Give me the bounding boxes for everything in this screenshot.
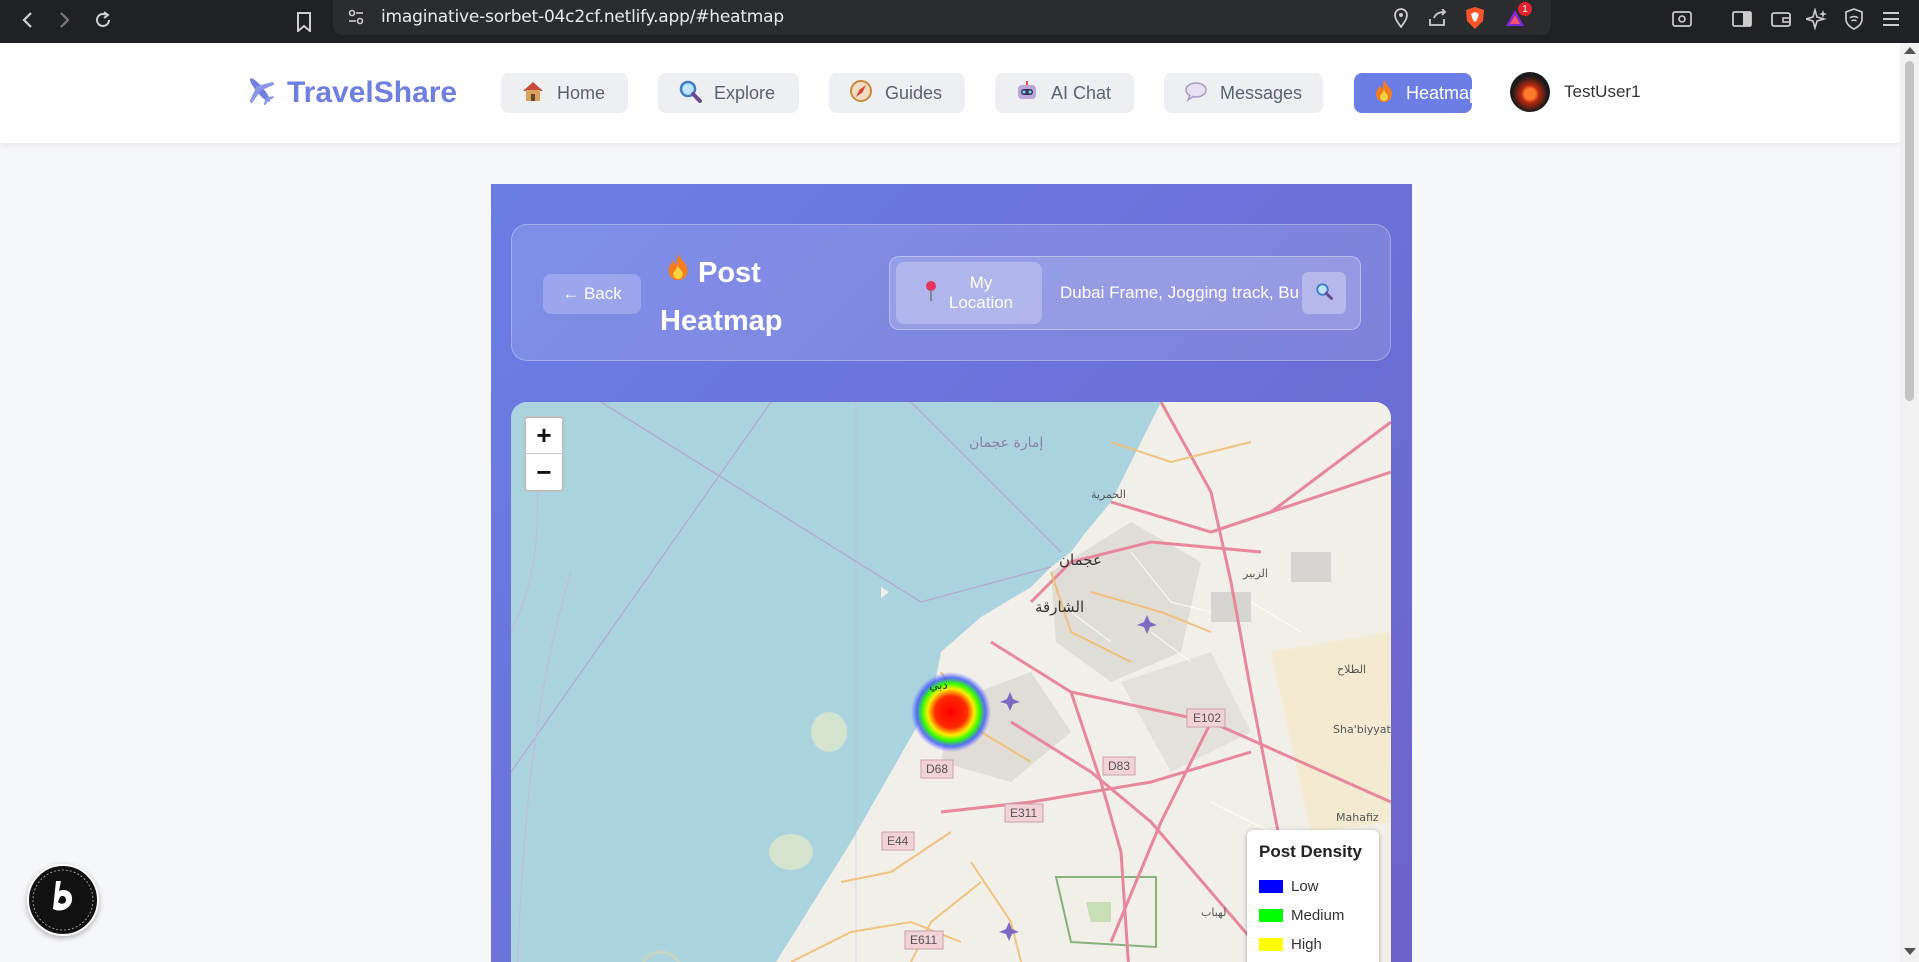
scrollbar-thumb[interactable] xyxy=(1905,61,1914,401)
road-label: E44 xyxy=(887,834,909,848)
nav-heatmap-label: Heatmap xyxy=(1406,82,1472,103)
bolt-badge-ring xyxy=(32,869,94,931)
zoom-control: + − xyxy=(524,416,564,492)
heatmap-panel: ← Back Post Heatmap My Location Dubai Fr… xyxy=(491,184,1412,962)
app-header: TravelShare Home Explore Guides AI Chat … xyxy=(0,43,1900,143)
back-button[interactable]: ← Back xyxy=(543,274,641,314)
brave-shield-icon[interactable] xyxy=(1463,6,1487,30)
road-label: E102 xyxy=(1193,711,1221,725)
road-label: E311 xyxy=(1010,806,1037,820)
brave-rewards-icon[interactable]: 1 xyxy=(1503,2,1532,30)
density-legend: Post Density Low Medium High xyxy=(1247,830,1379,962)
search-input[interactable]: Dubai Frame, Jogging track, Bur Dubai xyxy=(1060,283,1300,305)
search-icon xyxy=(678,79,702,107)
place-label: لهباب xyxy=(1201,906,1226,919)
nav-ai-chat[interactable]: AI Chat xyxy=(995,73,1134,113)
location-search: My Location Dubai Frame, Jogging track, … xyxy=(889,256,1361,330)
legend-item: Low xyxy=(1259,872,1367,901)
legend-item: Medium xyxy=(1259,901,1367,930)
speech-bubble-icon xyxy=(1184,80,1208,106)
nav-home[interactable]: Home xyxy=(501,73,628,113)
road-label: D83 xyxy=(1108,759,1130,773)
scroll-down-icon[interactable] xyxy=(1904,948,1916,955)
nav-messages[interactable]: Messages xyxy=(1164,73,1323,113)
place-label: الشارقة xyxy=(1035,598,1084,616)
location-pin-icon[interactable] xyxy=(1389,6,1413,30)
address-bar[interactable]: imaginative-sorbet-04c2cf.netlify.app/#h… xyxy=(333,0,1551,35)
vpn-shield-icon[interactable] xyxy=(1840,5,1868,33)
airplane-icon xyxy=(243,73,277,112)
nav-heatmap[interactable]: Heatmap xyxy=(1354,73,1472,113)
brand-logo[interactable]: TravelShare xyxy=(243,73,457,112)
notification-badge: 1 xyxy=(1518,2,1532,16)
my-location-label: My Location xyxy=(948,273,1014,312)
nav-explore-label: Explore xyxy=(714,82,776,103)
share-icon[interactable] xyxy=(1426,6,1450,30)
forward-arrow-icon[interactable] xyxy=(50,5,80,35)
place-label: Mahafiz xyxy=(1336,811,1379,824)
place-label: دبي xyxy=(929,678,948,692)
nav-ai-chat-label: AI Chat xyxy=(1051,82,1112,103)
compass-icon xyxy=(849,79,873,107)
road-label: E611 xyxy=(910,933,937,947)
leo-ai-icon[interactable] xyxy=(1803,5,1831,33)
site-settings-icon[interactable] xyxy=(347,8,365,31)
scroll-up-icon[interactable] xyxy=(1904,47,1916,54)
legend-swatch xyxy=(1259,938,1283,951)
fire-icon xyxy=(1374,79,1394,107)
heatmap-map[interactable]: E102 D83 D68 E311 E44 E611 إمارة عجمان ع… xyxy=(511,402,1391,962)
nav-guides-label: Guides xyxy=(885,82,943,103)
avatar[interactable] xyxy=(1510,72,1550,112)
place-label: الطلاح xyxy=(1337,663,1366,676)
browser-chrome: imaginative-sorbet-04c2cf.netlify.app/#h… xyxy=(0,0,1919,43)
zoom-out-button[interactable]: − xyxy=(526,454,562,490)
road-label: D68 xyxy=(926,762,948,776)
house-icon xyxy=(521,80,545,106)
place-label: Sha'biyyat as Rashidiyyah xyxy=(1333,723,1391,736)
url-text[interactable]: imaginative-sorbet-04c2cf.netlify.app/#h… xyxy=(381,7,784,27)
page-scrollbar[interactable] xyxy=(1900,43,1919,962)
nav-guides[interactable]: Guides xyxy=(829,73,965,113)
place-label: إمارة عجمان xyxy=(969,435,1043,451)
user-menu[interactable]: TestUser1 xyxy=(1510,72,1641,112)
search-icon xyxy=(1315,282,1333,305)
legend-label: High xyxy=(1291,936,1322,953)
my-location-button[interactable]: My Location xyxy=(896,262,1042,324)
heatmap-toolbar: ← Back Post Heatmap My Location Dubai Fr… xyxy=(511,224,1391,361)
legend-label: Medium xyxy=(1291,907,1345,924)
place-label: الحمرية xyxy=(1091,488,1126,501)
search-button[interactable] xyxy=(1302,272,1346,314)
robot-icon xyxy=(1015,79,1039,107)
zoom-in-button[interactable]: + xyxy=(526,418,562,454)
reload-icon[interactable] xyxy=(88,5,118,35)
page-title: Post Heatmap xyxy=(660,249,810,345)
nav-messages-label: Messages xyxy=(1220,82,1303,103)
sidebar-icon[interactable] xyxy=(1728,5,1756,33)
legend-swatch xyxy=(1259,880,1283,893)
wallet-icon[interactable] xyxy=(1767,5,1795,33)
back-arrow-icon[interactable] xyxy=(12,5,42,35)
brand-name: TravelShare xyxy=(287,75,458,109)
place-label: عجمان xyxy=(1059,551,1102,569)
legend-title: Post Density xyxy=(1259,842,1362,861)
legend-item: High xyxy=(1259,930,1367,959)
nav-home-label: Home xyxy=(557,82,606,103)
username: TestUser1 xyxy=(1564,82,1641,101)
bolt-badge[interactable] xyxy=(27,864,99,936)
nav-explore[interactable]: Explore xyxy=(658,73,799,113)
legend-swatch xyxy=(1259,909,1283,922)
screenshot-icon[interactable] xyxy=(1668,5,1696,33)
menu-icon[interactable] xyxy=(1877,5,1905,33)
legend-label: Low xyxy=(1291,878,1319,895)
place-label: الزبير xyxy=(1242,567,1268,580)
fire-icon xyxy=(666,249,690,297)
bookmark-icon[interactable] xyxy=(289,7,319,37)
heatmap-hotspot[interactable] xyxy=(911,672,991,752)
pushpin-icon xyxy=(924,280,938,307)
